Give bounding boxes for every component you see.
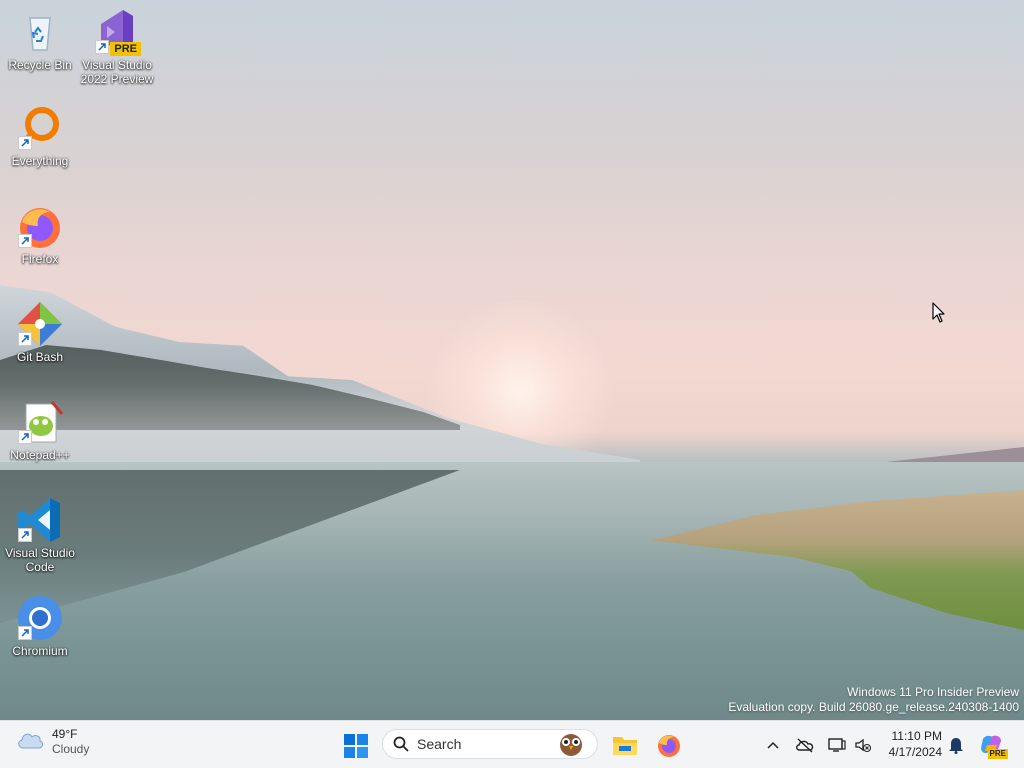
shortcut-arrow-icon: [18, 234, 32, 248]
owl-icon: [557, 731, 585, 757]
vscode-icon: [16, 496, 64, 544]
shortcut-arrow-icon: [18, 430, 32, 444]
recycle-bin-icon: [16, 8, 64, 56]
preview-badge: PRE: [110, 42, 141, 56]
desktop-icon-label: Notepad++: [10, 448, 70, 462]
watermark-edition: Windows 11 Pro Insider Preview: [847, 685, 1019, 699]
firefox-icon: [16, 202, 64, 250]
desktop-icon-label: Visual Studio Code: [5, 546, 75, 574]
mouse-pointer-icon: [932, 302, 946, 329]
desktop-wallpaper: Recycle Bin PRE Visual Studio 2022 Previ…: [0, 0, 1024, 720]
copilot-preview-badge: PRE: [987, 749, 1008, 759]
chevron-up-icon: [767, 741, 779, 749]
desktop-icon-label: Recycle Bin: [8, 58, 72, 72]
watermark-build: Evaluation copy. Build 26080.ge_release.…: [728, 700, 1019, 714]
show-hidden-icons-button[interactable]: [762, 733, 784, 757]
desktop-icon-label: Everything: [11, 154, 69, 168]
search-placeholder: Search: [417, 736, 462, 752]
desktop-icon-label: Visual Studio 2022 Preview: [80, 58, 154, 86]
weather-temperature: 49°F: [52, 727, 78, 741]
shortcut-arrow-icon: [18, 332, 32, 346]
onedrive-offline-icon: [796, 738, 814, 753]
search-icon: [393, 736, 409, 752]
taskbar-file-explorer[interactable]: [610, 731, 640, 759]
file-explorer-icon: [613, 737, 637, 755]
desktop-icon-visual-studio[interactable]: PRE Visual Studio 2022 Preview: [77, 8, 157, 86]
shortcut-arrow-icon: [95, 40, 109, 54]
onedrive-status-button[interactable]: [794, 733, 816, 757]
notifications-button[interactable]: [945, 733, 967, 757]
clock-time: 11:10 PM: [891, 729, 942, 743]
bell-icon: [949, 738, 963, 754]
volume-button[interactable]: [852, 733, 874, 757]
weather-condition: Cloudy: [52, 742, 90, 756]
desktop-icon-vscode[interactable]: Visual Studio Code: [0, 496, 80, 574]
clock-date: 4/17/2024: [888, 745, 942, 759]
firefox-icon: [658, 735, 680, 757]
windows-start-icon: [344, 734, 368, 758]
copilot-button[interactable]: PRE: [978, 733, 1008, 759]
shortcut-arrow-icon: [18, 626, 32, 640]
shortcut-arrow-icon: [18, 528, 32, 542]
desktop-icon-label: Firefox: [21, 252, 59, 266]
desktop-icon-everything[interactable]: Everything: [0, 104, 80, 168]
everything-search-icon: [16, 104, 64, 152]
notepad-plus-plus-icon: [16, 398, 64, 446]
git-bash-icon: [16, 300, 64, 348]
desktop-icon-label: Git Bash: [16, 350, 64, 364]
visual-studio-icon: PRE: [93, 8, 141, 56]
weather-widget[interactable]: 49°F Cloudy: [16, 727, 89, 757]
cloud-icon: [16, 730, 44, 755]
desktop-icon-firefox[interactable]: Firefox: [0, 202, 80, 266]
start-button[interactable]: [342, 732, 370, 760]
desktop-icon-git-bash[interactable]: Git Bash: [0, 300, 80, 364]
clock[interactable]: 11:10 PM 4/17/2024: [880, 728, 942, 760]
evaluation-watermark: Windows 11 Pro Insider Preview Evaluatio…: [728, 685, 1019, 715]
taskbar-firefox[interactable]: [654, 731, 684, 759]
shortcut-arrow-icon: [18, 136, 32, 150]
taskbar: 49°F Cloudy Search 11:10 PM 4/17/2024 PR…: [0, 720, 1024, 768]
search-box[interactable]: Search: [382, 729, 598, 759]
display-icon: [828, 738, 846, 752]
desktop-icon-chromium[interactable]: Chromium: [0, 594, 80, 658]
display-settings-button[interactable]: [826, 733, 848, 757]
desktop-icon-notepad-plus-plus[interactable]: Notepad++: [0, 398, 80, 462]
desktop-icon-recycle-bin[interactable]: Recycle Bin: [0, 8, 80, 72]
chromium-icon: [16, 594, 64, 642]
speaker-muted-icon: [855, 738, 872, 753]
desktop-icon-label: Chromium: [12, 644, 68, 658]
